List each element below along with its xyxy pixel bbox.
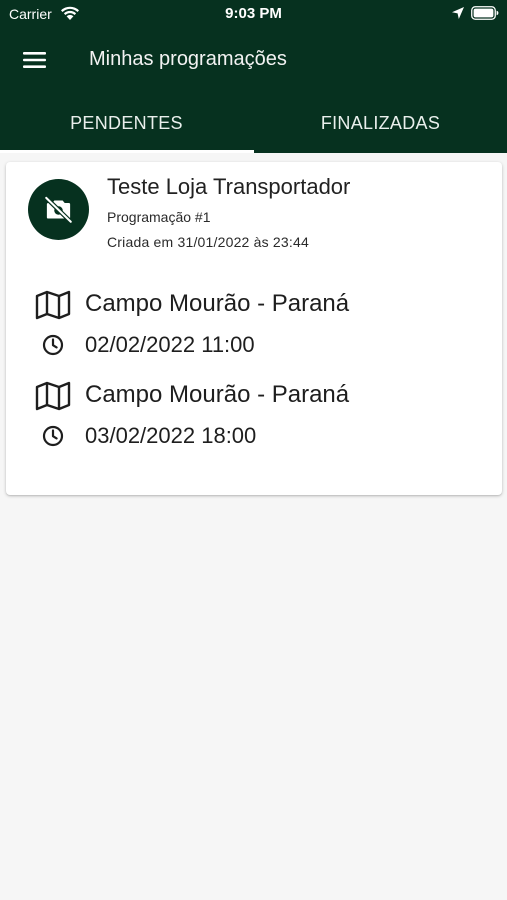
no-photo-icon: [44, 195, 73, 224]
app-bar: Minhas programações: [0, 36, 507, 86]
hamburger-menu-icon[interactable]: [22, 49, 48, 71]
stop-time: 03/02/2022 18:00: [85, 423, 257, 448]
stop-location: Campo Mourão - Paraná: [6, 286, 502, 326]
map-icon: [35, 290, 71, 320]
clock-icon: [42, 425, 64, 447]
clock-icon: [42, 334, 64, 356]
battery-icon: [471, 6, 499, 20]
stop-datetime: 03/02/2022 18:00: [6, 421, 502, 461]
tab-pendentes[interactable]: PENDENTES: [0, 96, 253, 153]
created-date: Criada em 31/01/2022 às 23:44: [107, 234, 309, 250]
map-icon: [35, 381, 71, 411]
stop-location: Campo Mourão - Paraná: [6, 377, 502, 417]
card-title: Teste Loja Transportador: [107, 174, 351, 199]
status-bar: Carrier 9:03 PM: [0, 0, 507, 30]
stop-city: Campo Mourão - Paraná: [85, 381, 350, 408]
app-header: Carrier 9:03 PM Minhas programações PEND…: [0, 0, 507, 153]
stop-datetime: 02/02/2022 11:00: [6, 330, 502, 370]
status-time: 9:03 PM: [225, 5, 282, 22]
stop-city: Campo Mourão - Paraná: [85, 290, 350, 317]
location-arrow-icon: [452, 7, 464, 19]
tab-selected-indicator: [0, 150, 254, 153]
tab-finalizadas[interactable]: FINALIZADAS: [254, 96, 507, 153]
schedule-number: Programação #1: [107, 209, 211, 225]
schedule-card[interactable]: Teste Loja Transportador Programação #1 …: [6, 162, 502, 495]
avatar: [28, 179, 89, 240]
stop-time: 02/02/2022 11:00: [85, 332, 255, 357]
tab-bar: PENDENTES FINALIZADAS: [0, 96, 507, 153]
page-title: Minhas programações: [89, 48, 287, 70]
